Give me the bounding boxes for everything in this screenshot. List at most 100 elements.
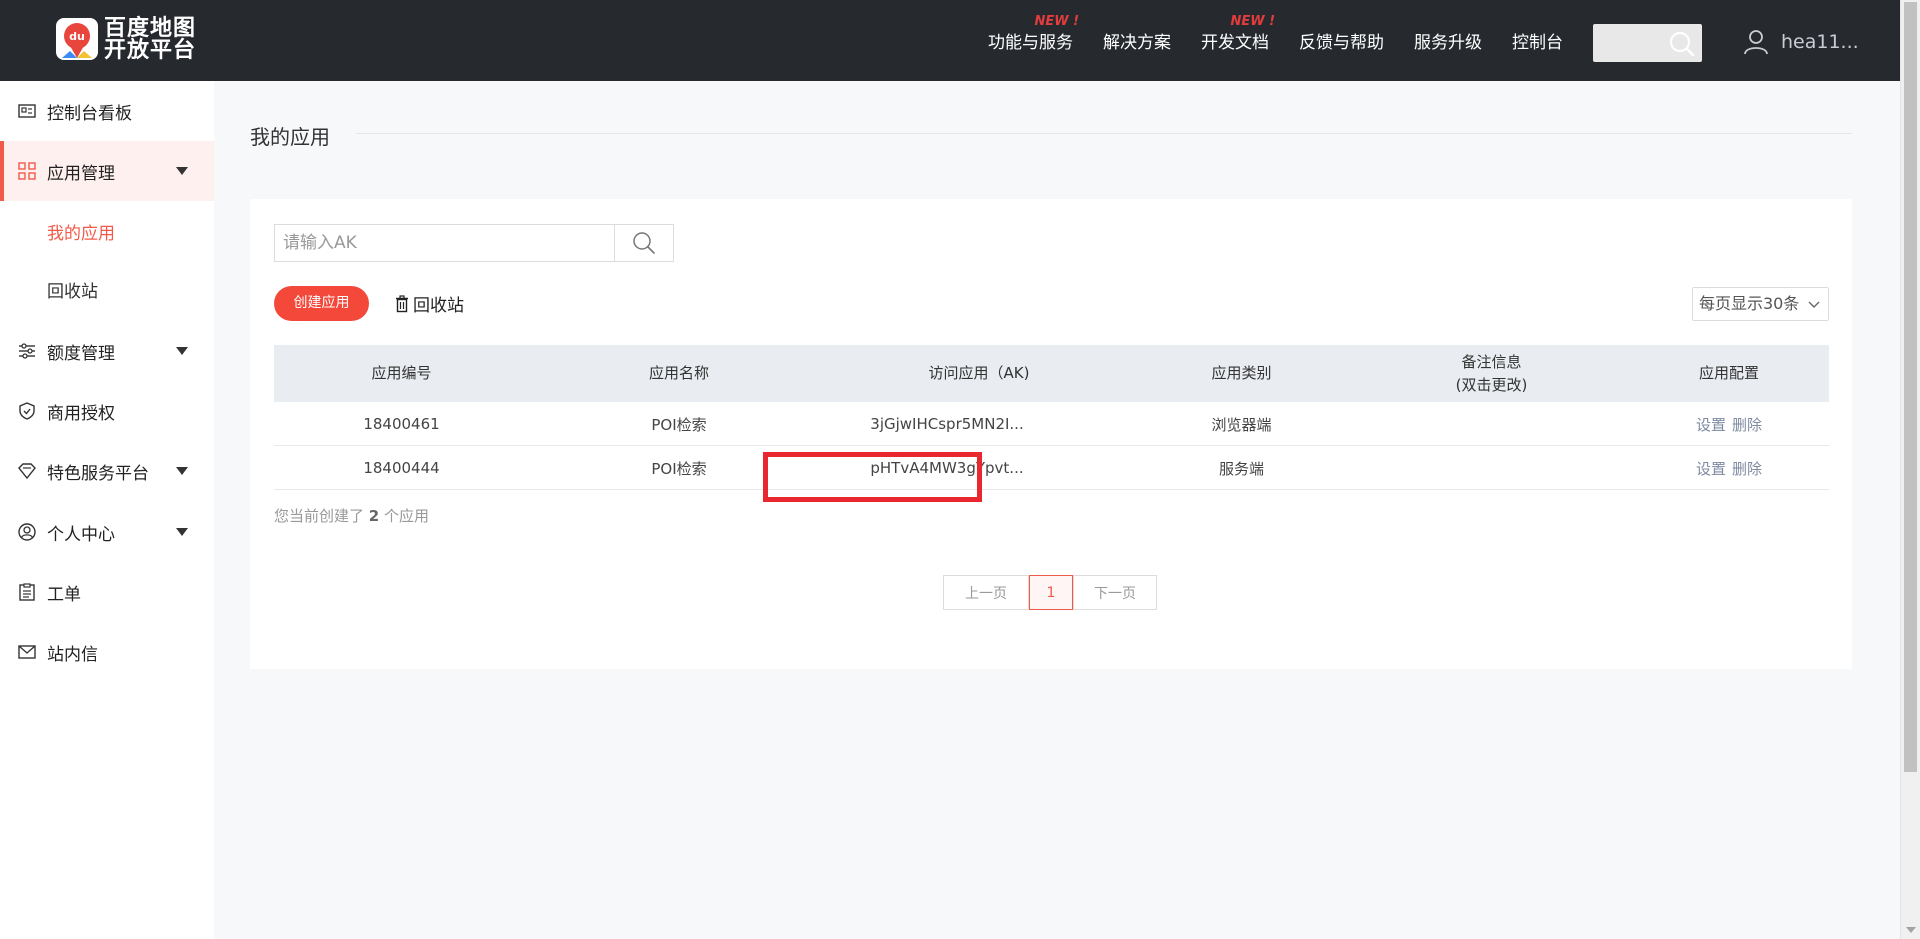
user-circle-icon xyxy=(17,522,37,542)
notes-header-line1: 备注信息 xyxy=(1461,352,1522,371)
clipboard-icon xyxy=(17,582,37,602)
logo-pin-icon: du xyxy=(56,18,98,60)
search-icon[interactable] xyxy=(1669,31,1695,57)
column-header-notes: 备注信息 (双击更改) xyxy=(1354,345,1629,402)
dashboard-icon xyxy=(17,101,37,121)
column-header-category: 应用类别 xyxy=(1211,364,1272,382)
table-header: 应用编号 应用名称 访问应用（AK) 应用类别 备注信息 (双击更改) 应用配置 xyxy=(274,345,1829,402)
sidebar-item-dashboard[interactable]: 控制台看板 xyxy=(0,81,214,141)
cell-app-id: 18400461 xyxy=(363,415,440,433)
sidebar-item-messages[interactable]: 站内信 xyxy=(0,622,214,682)
nav-label: 控制台 xyxy=(1512,33,1563,53)
apps-table: 应用编号 应用名称 访问应用（AK) 应用类别 备注信息 (双击更改) 应用配置… xyxy=(274,345,1829,490)
ak-search-button[interactable] xyxy=(614,224,674,262)
nav-feedback-help[interactable]: 反馈与帮助 xyxy=(1299,0,1384,81)
sidebar-item-label: 个人中心 xyxy=(47,524,115,545)
sidebar-item-personal-center[interactable]: 个人中心 xyxy=(0,502,214,562)
column-header-app-name: 应用名称 xyxy=(648,364,709,382)
cell-notes[interactable] xyxy=(1354,402,1629,446)
nav-label: 反馈与帮助 xyxy=(1299,33,1384,53)
logo-text: 百度地图 开放平台 xyxy=(104,18,196,62)
logo-badge-text: du xyxy=(69,30,85,43)
sidebar-subitem-my-apps[interactable]: 我的应用 xyxy=(0,203,214,259)
main-nav: 功能与服务 NEW ! 解决方案 开发文档 NEW ! 反馈与帮助 服务升级 控… xyxy=(988,0,1593,81)
nav-label: 功能与服务 xyxy=(988,33,1073,53)
table-row: 18400461 POI检索 3jGjwIHCspr5MN2I... 浏览器端 … xyxy=(274,402,1829,446)
per-page-select[interactable]: 每页显示30条 xyxy=(1692,287,1829,321)
prev-page-button[interactable]: 上一页 xyxy=(943,575,1029,610)
next-page-button[interactable]: 下一页 xyxy=(1073,575,1157,610)
nav-solutions[interactable]: 解决方案 xyxy=(1103,0,1171,81)
scroll-down-icon[interactable] xyxy=(1906,927,1916,933)
settings-link[interactable]: 设置 xyxy=(1696,414,1726,435)
caret-down-icon xyxy=(176,467,188,475)
recycle-bin-link[interactable]: 回收站 xyxy=(395,291,464,316)
vertical-scrollbar[interactable] xyxy=(1900,0,1920,939)
sidebar-item-label: 额度管理 xyxy=(47,343,115,364)
nav-console[interactable]: 控制台 xyxy=(1512,0,1563,81)
sidebar-item-commercial-license[interactable]: 商用授权 xyxy=(0,381,214,441)
scrollbar-thumb[interactable] xyxy=(1904,2,1917,772)
cell-notes[interactable] xyxy=(1354,446,1629,490)
sidebar-item-label: 工单 xyxy=(47,584,81,605)
ak-highlight-box xyxy=(763,452,982,502)
cell-ak[interactable]: 3jGjwIHCspr5MN2I... xyxy=(797,402,1097,446)
table-row: 18400444 POI检索 pHTvA4MW3gYpvt... 服务端 设置 … xyxy=(274,446,1829,490)
column-header-ak: 访问应用（AK) xyxy=(928,364,1030,382)
user-icon xyxy=(1744,30,1768,55)
user-menu[interactable]: hea11... xyxy=(1743,24,1859,60)
column-header-config: 应用配置 xyxy=(1698,364,1759,382)
caret-down-icon xyxy=(176,167,188,175)
cell-config: 设置 删除 xyxy=(1629,402,1829,446)
nav-docs[interactable]: 开发文档 NEW ! xyxy=(1201,0,1275,81)
column-header-app-id: 应用编号 xyxy=(371,364,432,382)
grid-icon xyxy=(17,161,37,181)
shield-icon xyxy=(17,401,37,421)
page-number-1[interactable]: 1 xyxy=(1029,575,1073,610)
chevron-down-icon xyxy=(1808,301,1820,308)
sidebar-item-label: 我的应用 xyxy=(47,223,115,244)
mail-icon xyxy=(17,642,37,662)
sidebar-item-label: 回收站 xyxy=(47,281,98,302)
sidebar-item-label: 应用管理 xyxy=(47,163,115,184)
search-icon xyxy=(633,232,655,254)
delete-link[interactable]: 删除 xyxy=(1732,414,1762,435)
new-badge: NEW ! xyxy=(1034,14,1079,29)
caret-down-icon xyxy=(176,528,188,536)
sidebar-item-label: 特色服务平台 xyxy=(47,463,149,484)
sidebar-item-featured-services[interactable]: 特色服务平台 xyxy=(0,441,214,501)
cell-config: 设置 删除 xyxy=(1629,446,1829,490)
summary-count: 2 xyxy=(368,507,380,525)
sidebar-subitem-recycle-bin[interactable]: 回收站 xyxy=(0,261,214,317)
page-title: 我的应用 xyxy=(250,125,330,149)
user-name: hea11... xyxy=(1781,31,1859,53)
cell-app-name: POI检索 xyxy=(651,415,707,434)
logo-line-1: 百度地图 xyxy=(104,16,197,41)
cell-category: 服务端 xyxy=(1218,459,1264,478)
pagination: 上一页 1 下一页 xyxy=(943,575,1157,610)
delete-link[interactable]: 删除 xyxy=(1732,458,1762,479)
recycle-bin-label: 回收站 xyxy=(413,296,464,316)
nav-service-upgrade[interactable]: 服务升级 xyxy=(1414,0,1482,81)
baidu-map-logo[interactable]: du 百度地图 开放平台 xyxy=(56,18,196,64)
sidebar-item-quota[interactable]: 额度管理 xyxy=(0,321,214,381)
title-divider xyxy=(356,133,1852,134)
sidebar-item-label: 控制台看板 xyxy=(47,103,132,124)
summary-prefix: 您当前创建了 xyxy=(274,507,365,525)
cell-app-id: 18400444 xyxy=(363,459,440,477)
diamond-icon xyxy=(17,461,37,481)
header-search-box[interactable] xyxy=(1593,24,1702,62)
settings-link[interactable]: 设置 xyxy=(1696,458,1726,479)
sidebar-item-label: 商用授权 xyxy=(47,403,115,424)
new-badge: NEW ! xyxy=(1230,14,1275,29)
per-page-value: 每页显示30条 xyxy=(1699,294,1800,313)
nav-features-services[interactable]: 功能与服务 NEW ! xyxy=(988,0,1079,81)
sidebar-item-work-orders[interactable]: 工单 xyxy=(0,562,214,622)
sliders-icon xyxy=(17,341,37,361)
summary-suffix: 个应用 xyxy=(384,507,430,525)
sidebar-item-app-management[interactable]: 应用管理 xyxy=(0,141,214,201)
nav-label: 解决方案 xyxy=(1103,33,1171,53)
top-navbar: du 百度地图 开放平台 功能与服务 NEW ! 解决方案 开发文档 NEW !… xyxy=(0,0,1900,81)
create-app-button[interactable]: 创建应用 xyxy=(274,286,369,321)
ak-search-input[interactable] xyxy=(274,224,615,262)
